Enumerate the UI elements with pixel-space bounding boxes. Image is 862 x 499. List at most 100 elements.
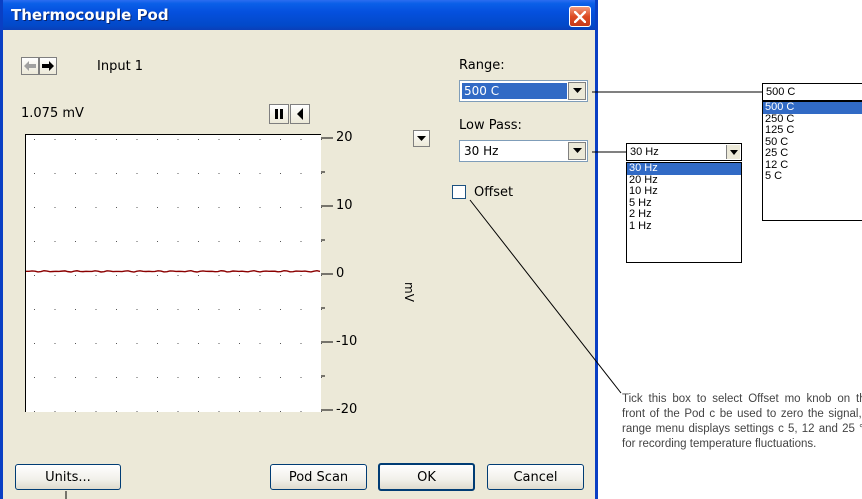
grid-dot (177, 411, 179, 412)
grid-dot (116, 309, 117, 310)
close-button[interactable] (569, 6, 591, 27)
grid-dot (218, 275, 220, 276)
grid-dot (300, 343, 302, 344)
grid-dot (259, 173, 261, 174)
grid-dot (157, 377, 158, 378)
y-tick-label: 20 (336, 130, 353, 145)
next-input-button[interactable] (39, 57, 57, 75)
grid-dot (218, 207, 220, 208)
pause-button[interactable] (269, 104, 289, 124)
close-icon (574, 10, 586, 23)
grid-dot (218, 343, 220, 344)
grid-dot (259, 411, 261, 412)
grid-dot (136, 241, 138, 242)
grid-dot (116, 275, 117, 276)
grid-dot (300, 139, 302, 140)
low-pass-dropdown-arrow[interactable] (568, 142, 586, 160)
grid-dot (54, 343, 56, 344)
grid-dot (157, 309, 158, 310)
grid-dot (116, 139, 117, 140)
low-pass-option: 10 Hz (629, 185, 658, 197)
grid-dot (116, 207, 117, 208)
range-select[interactable]: 500 C (459, 80, 588, 102)
grid-dot (259, 241, 261, 242)
chevron-down-icon (572, 88, 582, 93)
grid-dot (218, 139, 220, 140)
grid-dot (95, 377, 97, 378)
cancel-button[interactable]: Cancel (487, 464, 584, 490)
grid-dot (198, 241, 199, 242)
units-button[interactable]: Units... (15, 464, 121, 490)
ok-button[interactable]: OK (378, 463, 475, 491)
grid-dot (218, 377, 220, 378)
offset-checkbox[interactable] (452, 185, 466, 199)
low-pass-options-list: 30 Hz 20 Hz 10 Hz 5 Hz 2 Hz 1 Hz (626, 162, 742, 263)
grid-dot (239, 139, 240, 140)
grid-dot (239, 309, 240, 310)
offset-annotation-text: Tick this box to select Offset mo knob o… (622, 393, 862, 450)
grid-dot (116, 377, 117, 378)
prev-input-button[interactable] (21, 57, 39, 75)
grid-dot (157, 173, 158, 174)
grid-dot (136, 309, 138, 310)
range-selected-value: 500 C (462, 83, 567, 99)
range-callout-value: 500 C (766, 86, 796, 98)
pause-icon (275, 109, 283, 119)
grid-dot (116, 411, 117, 412)
grid-dot (177, 173, 179, 174)
y-axis-unit: mV (402, 282, 416, 302)
grid-dot (280, 207, 281, 208)
signal-graph[interactable] (25, 134, 322, 412)
grid-dot (157, 275, 158, 276)
reading-value: 1.075 mV (21, 106, 84, 121)
grid-dot (218, 411, 220, 412)
grid-dot (300, 207, 302, 208)
grid-dot (218, 309, 220, 310)
range-option: 125 C (765, 124, 795, 136)
grid-dot (34, 411, 35, 412)
grid-dot (239, 411, 240, 412)
grid-dot (116, 241, 117, 242)
grid-dot (177, 309, 179, 310)
signal-trace (26, 269, 321, 273)
grid-dot (239, 275, 240, 276)
low-pass-label: Low Pass: (459, 118, 522, 133)
grid-dot (300, 411, 302, 412)
range-options-list: 500 C 250 C 125 C 50 C 25 C 12 C5 C (762, 101, 862, 221)
grid-dot (34, 309, 35, 310)
grid-dot (198, 377, 199, 378)
scroll-back-button[interactable] (290, 104, 310, 124)
grid-dot (239, 173, 240, 174)
range-dropdown-arrow[interactable] (568, 82, 586, 100)
low-pass-select[interactable]: 30 Hz (459, 140, 588, 162)
grid-dot (259, 309, 261, 310)
offset-label: Offset (474, 185, 514, 200)
low-pass-callout-arrow (726, 145, 740, 159)
grid-dot (75, 309, 76, 310)
grid-dot (157, 241, 158, 242)
grid-dot (116, 343, 117, 344)
grid-dot (95, 275, 97, 276)
chevron-down-icon (729, 149, 738, 155)
grid-dot (239, 377, 240, 378)
y-axis (321, 137, 333, 411)
pod-scan-button[interactable]: Pod Scan (270, 464, 367, 490)
grid-dot (34, 173, 35, 174)
scale-menu-button[interactable] (413, 130, 430, 147)
range-dropdown-callout: 500 C (762, 83, 862, 101)
low-pass-callout-value: 30 Hz (630, 146, 659, 158)
graph-canvas (26, 139, 322, 412)
grid-dot (177, 241, 179, 242)
grid-dot (280, 139, 281, 140)
range-option: 5 C (765, 170, 783, 182)
title-bar[interactable]: Thermocouple Pod (3, 0, 595, 30)
grid-dot (157, 139, 158, 140)
grid-dot (157, 411, 158, 412)
grid-dot (95, 207, 97, 208)
grid-dot (280, 275, 281, 276)
grid-dot (54, 377, 56, 378)
grid-dot (300, 241, 302, 242)
grid-dot (54, 411, 56, 412)
thermocouple-pod-window: Thermocouple Pod Input 1 1.075 mV 20 10 … (0, 0, 598, 499)
low-pass-option: 30 Hz (627, 162, 741, 175)
